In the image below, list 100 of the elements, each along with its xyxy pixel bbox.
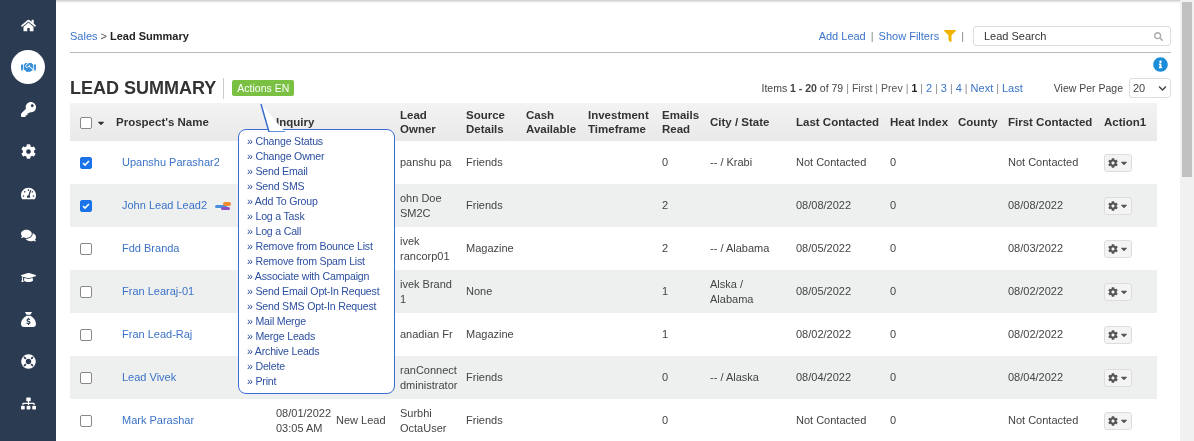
table-cell: 0 <box>890 156 897 169</box>
menu-item[interactable]: » Log a Task <box>247 209 390 224</box>
page-label: Prev <box>881 82 903 94</box>
column-header: Heat Index <box>886 103 954 141</box>
row-actions-button[interactable] <box>1104 153 1132 172</box>
column-header: Action1 <box>1100 103 1157 141</box>
row-actions-button[interactable] <box>1104 196 1132 215</box>
lead-name-link[interactable]: Fran Lead-Raj <box>122 328 193 341</box>
checkbox[interactable] <box>80 200 92 213</box>
checkbox[interactable] <box>80 329 92 342</box>
table-cell: Not Contacted <box>1008 414 1079 427</box>
show-filters-link[interactable]: Show Filters <box>878 30 940 42</box>
column-header: Investment Timeframe <box>584 103 658 141</box>
lead-name-link[interactable]: John Lead Lead2 <box>122 199 208 212</box>
scrollbar-thumb[interactable] <box>1182 2 1192 177</box>
menu-item[interactable]: » Merge Leads <box>247 329 390 344</box>
menu-item[interactable]: » Remove from Spam List <box>247 254 390 269</box>
menu-item[interactable]: » Send SMS <box>247 179 390 194</box>
table-cell: 1 <box>662 285 669 298</box>
checkbox[interactable] <box>80 116 92 129</box>
separator: | <box>935 82 938 94</box>
menu-item[interactable]: » Print <box>247 374 390 389</box>
table-cell: Alska / Alabama <box>710 277 754 305</box>
row-actions-button[interactable] <box>1104 282 1132 301</box>
table-cell: Friends <box>466 371 503 384</box>
scrollbar[interactable] <box>1180 0 1194 441</box>
menu-item[interactable]: » Delete <box>247 359 390 374</box>
menu-item[interactable]: » Mail Merge <box>247 314 390 329</box>
table-cell: 08/01/2022 03:05 AM <box>276 406 332 434</box>
lead-name-link[interactable]: Upanshu Parashar2 <box>122 156 220 169</box>
column-header: County <box>954 103 1004 141</box>
table-cell: -- / Alabama <box>710 242 770 255</box>
current-page: 1 <box>911 82 918 94</box>
handshake-icon[interactable] <box>11 50 45 84</box>
view-per-page-label: View Per Page <box>1053 82 1123 94</box>
table-cell: 0 <box>890 371 897 384</box>
checkbox[interactable] <box>80 157 92 170</box>
menu-item[interactable]: » Change Owner <box>247 149 390 164</box>
lead-name-link[interactable]: Mark Parashar <box>122 414 195 427</box>
table-cell: 0 <box>890 328 897 341</box>
table-cell: 08/08/2022 <box>1008 199 1064 212</box>
checkbox[interactable] <box>80 243 92 256</box>
table-cell: 1 <box>662 328 669 341</box>
page-link[interactable]: 3 <box>940 82 947 94</box>
table-cell: Not Contacted <box>1008 156 1079 169</box>
table-cell: Magazine <box>466 328 514 341</box>
menu-item[interactable]: » Archive Leads <box>247 344 390 359</box>
table-cell: Friends <box>466 199 503 212</box>
table-cell: ranConnect dministrator <box>400 363 458 391</box>
table-cell: 08/02/2022 <box>1008 328 1064 341</box>
gear-icon <box>1107 415 1118 426</box>
table-cell: Friends <box>466 156 503 169</box>
table-cell: 0 <box>890 242 897 255</box>
row-actions-button[interactable] <box>1104 325 1132 344</box>
lead-name-link[interactable]: Fran Learaj-01 <box>122 285 195 298</box>
separator: | <box>920 82 923 94</box>
gear-icon <box>1107 157 1118 168</box>
per-page-select[interactable]: 20 <box>1129 78 1171 98</box>
lead-name-link[interactable]: Lead Vivek <box>122 371 177 384</box>
menu-item[interactable]: » Send Email Opt-In Request <box>247 284 390 299</box>
table-cell: Surbhi OctaUser <box>400 406 447 434</box>
info-icon[interactable] <box>1153 57 1168 72</box>
table-cell: 08/05/2022 <box>796 242 852 255</box>
checkbox[interactable] <box>80 286 92 299</box>
separator: | <box>870 30 874 42</box>
page-link[interactable]: Next <box>970 82 994 94</box>
table-cell: New Lead <box>336 414 386 427</box>
gear-icon <box>1107 286 1118 297</box>
separator: | <box>950 82 953 94</box>
gear-icon <box>1107 329 1118 340</box>
column-header: Source Details <box>462 103 522 141</box>
search-field[interactable]: Lead Search <box>973 26 1171 46</box>
table-cell: None <box>466 285 493 298</box>
lead-name-link[interactable]: Fdd Branda <box>122 242 180 255</box>
table-cell: 0 <box>890 414 897 427</box>
breadcrumb-separator: > <box>100 30 107 42</box>
page-link[interactable]: 2 <box>926 82 933 94</box>
gear-icon <box>1107 200 1118 211</box>
checkbox[interactable] <box>80 415 92 428</box>
page-link[interactable]: Last <box>1001 82 1023 94</box>
breadcrumb-link[interactable]: Sales <box>70 30 98 42</box>
row-actions-button[interactable] <box>1104 239 1132 258</box>
page-link[interactable]: 4 <box>955 82 962 94</box>
table-cell: 0 <box>662 156 669 169</box>
table-cell: Magazine <box>466 242 514 255</box>
table-cell: panshu pa <box>400 156 452 169</box>
breadcrumb-current: Lead Summary <box>109 30 189 42</box>
table-cell: Not Contacted <box>796 414 867 427</box>
column-header: Lead Owner <box>390 103 462 141</box>
row-actions-button[interactable] <box>1104 411 1132 430</box>
menu-item[interactable]: » Log a Call <box>247 224 390 239</box>
menu-item[interactable]: » Remove from Bounce List <box>247 239 390 254</box>
table-cell: -- / Alaska <box>710 371 759 384</box>
menu-item[interactable]: » Associate with Campaign <box>247 269 390 284</box>
row-actions-button[interactable] <box>1104 368 1132 387</box>
add-lead-link[interactable]: Add Lead <box>818 30 866 42</box>
menu-item[interactable]: » Send Email <box>247 164 390 179</box>
checkbox[interactable] <box>80 372 92 385</box>
menu-item[interactable]: » Send SMS Opt-In Request <box>247 299 390 314</box>
menu-item[interactable]: » Add To Group <box>247 194 390 209</box>
